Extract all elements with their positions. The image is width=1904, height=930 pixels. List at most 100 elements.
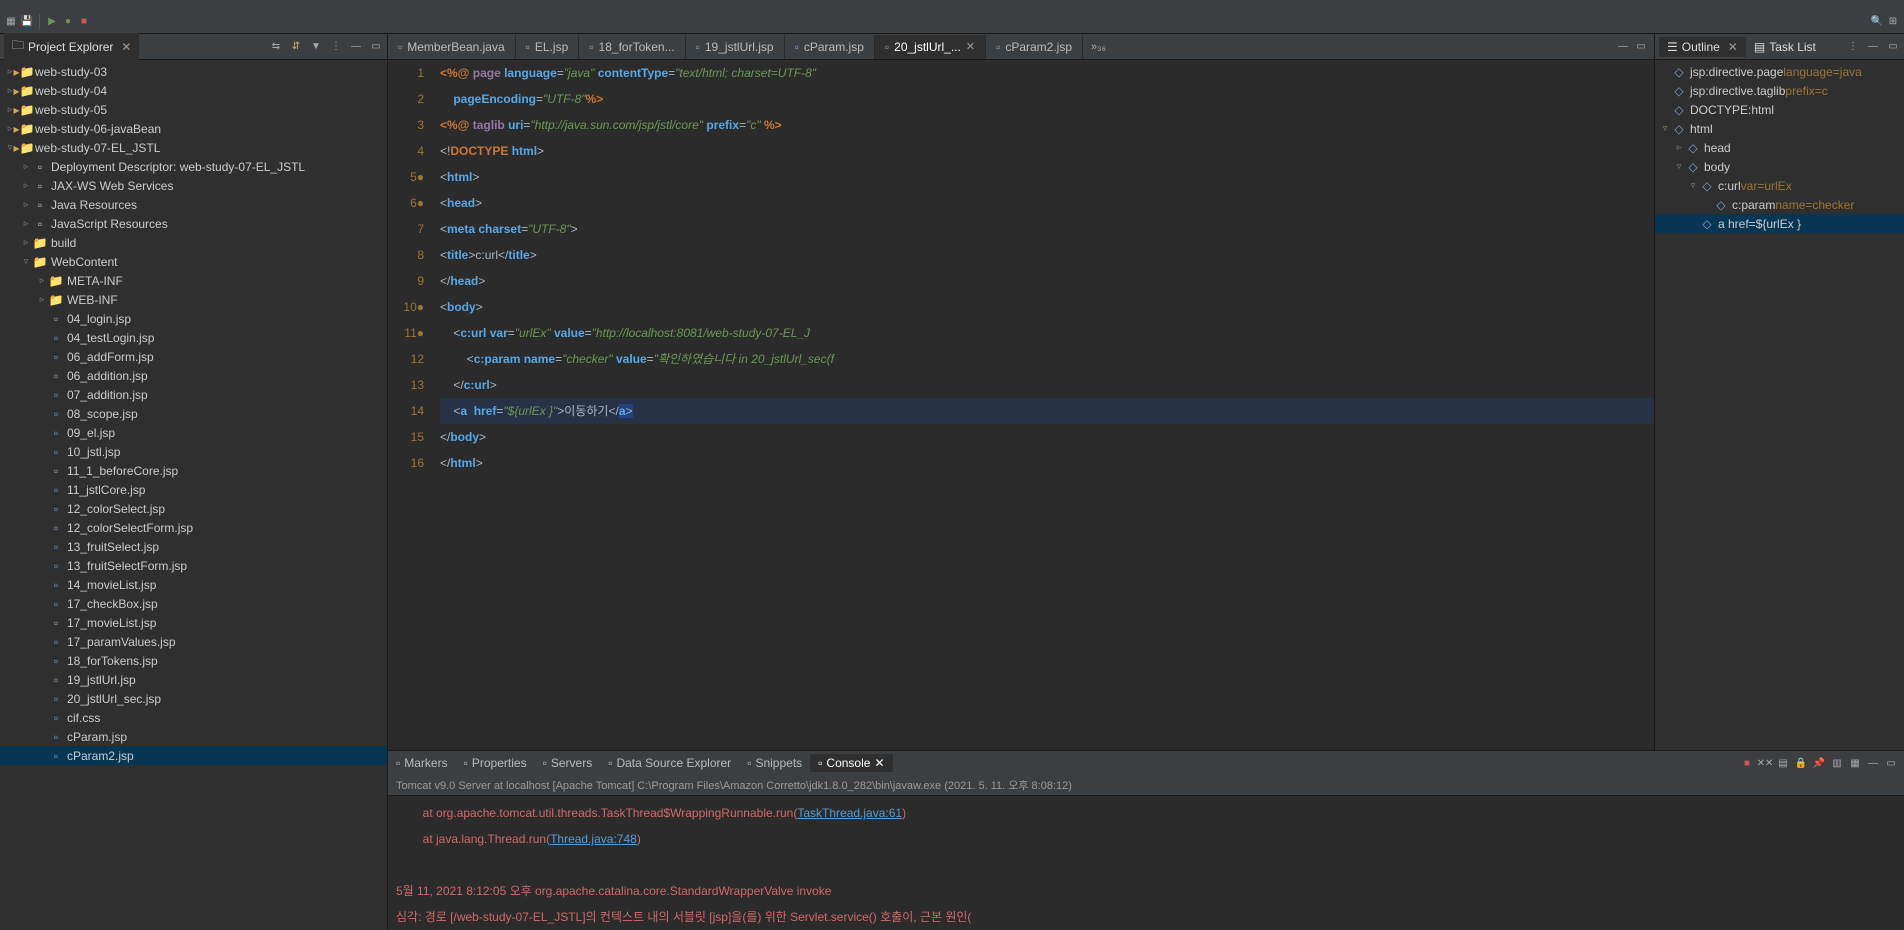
close-icon[interactable]: ✕ [121, 40, 131, 54]
bottom-tab[interactable]: ▫Snippets [739, 754, 810, 772]
debug-icon[interactable]: ▶ [45, 15, 59, 29]
close-icon[interactable]: ✕ [874, 756, 884, 770]
tree-item[interactable]: ▫cParam.jsp [0, 727, 387, 746]
tree-item[interactable]: ▫cParam2.jsp [0, 746, 387, 765]
tree-item[interactable]: ▿📁WebContent [0, 252, 387, 271]
tree-item[interactable]: ▿▸📁web-study-07-EL_JSTL [0, 138, 387, 157]
tree-item[interactable]: ▫10_jstl.jsp [0, 442, 387, 461]
display-console-icon[interactable]: ▥ [1830, 756, 1844, 770]
new-icon[interactable]: ▦ [4, 15, 18, 29]
tree-item[interactable]: ▫17_movieList.jsp [0, 613, 387, 632]
tree-item[interactable]: ▫06_addition.jsp [0, 366, 387, 385]
run-icon[interactable]: ● [61, 15, 75, 29]
tree-item[interactable]: ▹▸📁web-study-03 [0, 62, 387, 81]
tree-item[interactable]: ▫cif.css [0, 708, 387, 727]
tree-item[interactable]: ▫09_el.jsp [0, 423, 387, 442]
bottom-tab[interactable]: ▫Data Source Explorer [600, 754, 739, 772]
remove-all-icon[interactable]: ✕✕ [1758, 756, 1772, 770]
maximize-icon[interactable]: ▭ [369, 40, 383, 54]
outline-item[interactable]: ▿◇c:url var=urlEx [1655, 176, 1904, 195]
tree-item[interactable]: ▹▫JavaScript Resources [0, 214, 387, 233]
tree-item[interactable]: ▫12_colorSelectForm.jsp [0, 518, 387, 537]
bottom-tab[interactable]: ▫Properties [456, 754, 535, 772]
pin-console-icon[interactable]: 📌 [1812, 756, 1826, 770]
perspective-icon[interactable]: ⊞ [1886, 15, 1900, 29]
editor-tab[interactable]: ▫19_jstlUrl.jsp [686, 35, 785, 59]
tree-item[interactable]: ▹▸📁web-study-06-javaBean [0, 119, 387, 138]
editor-tab[interactable]: ▫cParam2.jsp [986, 35, 1083, 59]
outline-item[interactable]: ▿◇html [1655, 119, 1904, 138]
console-output[interactable]: at org.apache.tomcat.util.threads.TaskTh… [388, 796, 1904, 930]
filter-icon[interactable]: ▼ [309, 40, 323, 54]
view-menu-icon[interactable]: ⋮ [1846, 40, 1860, 54]
collapse-all-icon[interactable]: ⇆ [269, 40, 283, 54]
bottom-tab[interactable]: ▫Servers [535, 754, 601, 772]
tree-item[interactable]: ▹▸📁web-study-05 [0, 100, 387, 119]
tree-item[interactable]: ▫12_colorSelect.jsp [0, 499, 387, 518]
tree-item[interactable]: ▫18_forTokens.jsp [0, 651, 387, 670]
tree-item[interactable]: ▫04_login.jsp [0, 309, 387, 328]
bottom-tab[interactable]: ▫Console✕ [810, 754, 892, 772]
minimize-icon[interactable]: — [1616, 40, 1630, 54]
outline-item[interactable]: ◇c:param name=checker [1655, 195, 1904, 214]
tree-item[interactable]: ▫11_jstlCore.jsp [0, 480, 387, 499]
open-console-icon[interactable]: ▦ [1848, 756, 1862, 770]
editor-tab[interactable]: ▫cParam.jsp [785, 35, 875, 59]
task-list-tab[interactable]: ▤ Task List [1746, 37, 1824, 57]
tree-item[interactable]: ▫04_testLogin.jsp [0, 328, 387, 347]
tree-item[interactable]: ▫19_jstlUrl.jsp [0, 670, 387, 689]
maximize-icon[interactable]: ▭ [1886, 40, 1900, 54]
editor-tab[interactable]: ▫EL.jsp [516, 35, 580, 59]
tree-item[interactable]: ▫20_jstlUrl_sec.jsp [0, 689, 387, 708]
editor-tab[interactable]: ▫MemberBean.java [388, 35, 516, 59]
file-icon: ▫ [398, 40, 402, 54]
tree-item[interactable]: ▫13_fruitSelectForm.jsp [0, 556, 387, 575]
scroll-lock-icon[interactable]: 🔒 [1794, 756, 1808, 770]
project-tree[interactable]: ▹▸📁web-study-03▹▸📁web-study-04▹▸📁web-stu… [0, 60, 387, 930]
tree-item[interactable]: ▫14_movieList.jsp [0, 575, 387, 594]
maximize-icon[interactable]: ▭ [1634, 40, 1648, 54]
tree-item[interactable]: ▹▸📁web-study-04 [0, 81, 387, 100]
tree-item[interactable]: ▫07_addition.jsp [0, 385, 387, 404]
code-area[interactable]: <%@ page language="java" contentType="te… [436, 60, 1654, 750]
outline-item[interactable]: ◇jsp:directive.page language=java [1655, 62, 1904, 81]
outline-item[interactable]: ▿◇body [1655, 157, 1904, 176]
outline-tree[interactable]: ◇jsp:directive.page language=java◇jsp:di… [1655, 60, 1904, 750]
code-editor[interactable]: 12345●6●78910●11●1213141516 <%@ page lan… [388, 60, 1654, 750]
project-explorer-tab[interactable]: 🗀 Project Explorer ✕ [4, 33, 139, 60]
outline-tab[interactable]: ☰ Outline ✕ [1659, 37, 1746, 57]
clear-console-icon[interactable]: ▤ [1776, 756, 1790, 770]
tree-item[interactable]: ▫17_paramValues.jsp [0, 632, 387, 651]
minimize-icon[interactable]: — [349, 40, 363, 54]
stop-icon[interactable]: ■ [77, 15, 91, 29]
close-icon[interactable]: ✕ [966, 40, 975, 53]
maximize-icon[interactable]: ▭ [1884, 756, 1898, 770]
tree-item[interactable]: ▹▫Java Resources [0, 195, 387, 214]
tree-item[interactable]: ▹📁WEB-INF [0, 290, 387, 309]
outline-item[interactable]: ◇a href=${urlEx } [1655, 214, 1904, 233]
outline-item[interactable]: ▹◇head [1655, 138, 1904, 157]
tab-overflow-indicator[interactable]: »₃₆ [1083, 41, 1114, 53]
editor-tab[interactable]: ▫20_jstlUrl_...✕ [875, 35, 986, 59]
bottom-tab[interactable]: ▫Markers [388, 754, 456, 772]
search-icon[interactable]: 🔍 [1870, 15, 1884, 29]
tree-item[interactable]: ▹📁META-INF [0, 271, 387, 290]
tree-item[interactable]: ▹📁build [0, 233, 387, 252]
minimize-icon[interactable]: — [1866, 756, 1880, 770]
link-editor-icon[interactable]: ⇵ [289, 40, 303, 54]
terminate-icon[interactable]: ■ [1740, 756, 1754, 770]
tree-item[interactable]: ▫11_1_beforeCore.jsp [0, 461, 387, 480]
tree-item[interactable]: ▫17_checkBox.jsp [0, 594, 387, 613]
tree-item[interactable]: ▹▫JAX-WS Web Services [0, 176, 387, 195]
editor-tab[interactable]: ▫18_forToken... [579, 35, 685, 59]
outline-item[interactable]: ◇DOCTYPE:html [1655, 100, 1904, 119]
tree-item[interactable]: ▹▫Deployment Descriptor: web-study-07-EL… [0, 157, 387, 176]
tree-item[interactable]: ▫13_fruitSelect.jsp [0, 537, 387, 556]
tree-item[interactable]: ▫06_addForm.jsp [0, 347, 387, 366]
close-icon[interactable]: ✕ [1728, 40, 1738, 54]
minimize-icon[interactable]: — [1866, 40, 1880, 54]
outline-item[interactable]: ◇jsp:directive.taglib prefix=c [1655, 81, 1904, 100]
tree-item[interactable]: ▫08_scope.jsp [0, 404, 387, 423]
view-menu-icon[interactable]: ⋮ [329, 40, 343, 54]
save-icon[interactable]: 💾 [20, 15, 34, 29]
